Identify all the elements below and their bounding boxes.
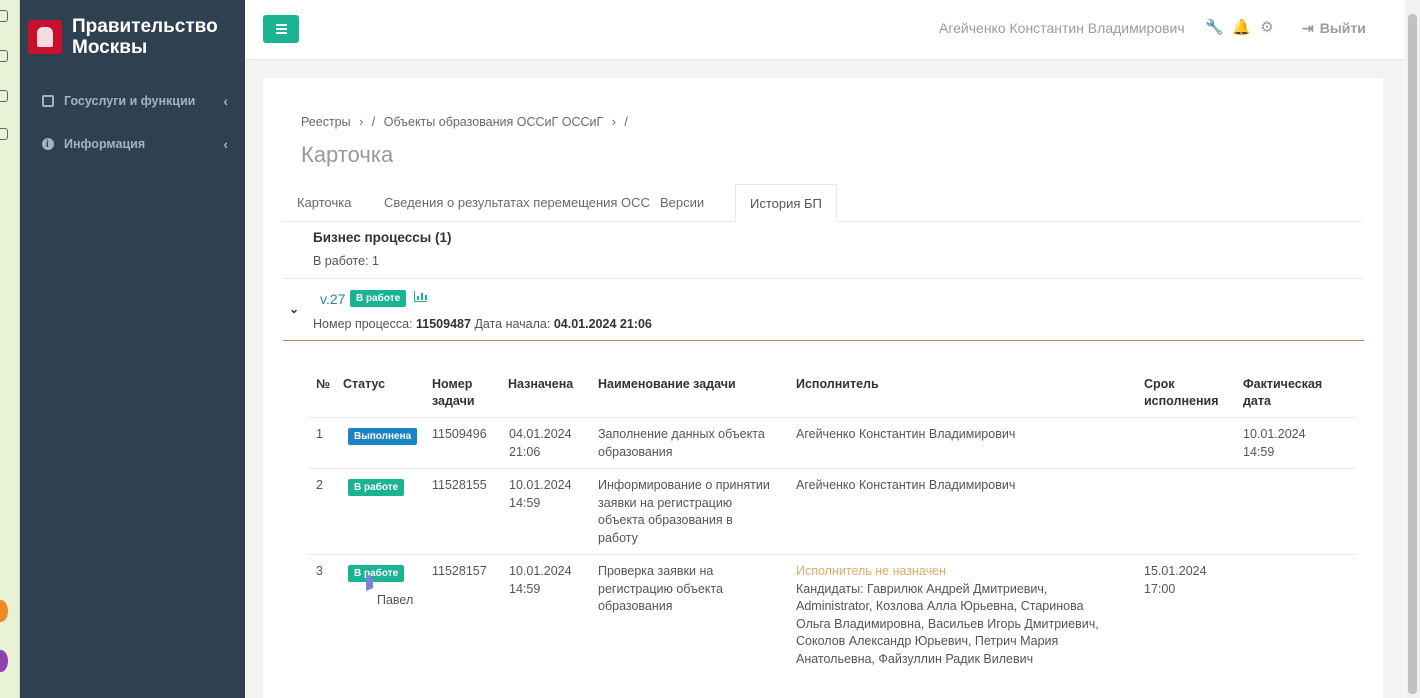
cell-assigned: 10.01.2024 14:59 [509,564,572,596]
breadcrumb-link-registries[interactable]: Реестры [301,115,351,129]
breadcrumb-separator: / [624,115,628,129]
tab-relocation-info[interactable]: Сведения о результатах перемещения ОСС [370,184,664,222]
cell-status: В работе [348,478,405,496]
tooltip: Павел [377,593,414,607]
cell-task-name: Заполнение данных объекта образования [598,427,765,459]
sidebar: Правительство Москвы Госуслуги и функции… [20,0,245,698]
gears-icon[interactable]: ⚙ [1259,20,1275,36]
brand-logo[interactable]: Правительство Москвы [28,16,243,62]
cell-task-name: Информирование о принятии заявки на реги… [598,478,770,545]
chevron-down-icon[interactable]: ⌄ [289,302,299,316]
sidebar-item-label: Госуслуги и функции [64,94,196,108]
cell-actual-date: 10.01.2024 14:59 [1243,427,1306,459]
content-panel: Реестры › / Объекты образования ОССиГ ОС… [263,78,1383,698]
col-header-status: Статус [343,377,386,391]
col-header-task-number: Номер задачи [432,377,475,408]
divider [283,278,1363,279]
page-title: Карточка [301,142,394,167]
top-bar: Агейченко Константин Владимирович 🔧 🔔 ⚙ … [245,0,1405,60]
bar-chart-icon-bar [417,296,419,300]
status-badge: В работе [348,565,405,582]
process-version-link[interactable]: v.27 [320,291,345,307]
edit-icon [42,95,54,107]
cell-num: 3 [316,564,323,578]
wrench-icon[interactable]: 🔧 [1205,20,1224,36]
info-icon [42,135,54,155]
user-name[interactable]: Агейченко Константин Владимирович [939,20,1185,36]
process-info: Номер процесса: 11509487 Дата начала: 04… [313,317,652,331]
bar-chart-icon-bar [425,295,427,300]
cell-deadline: 15.01.2024 17:00 [1144,564,1207,596]
edge-glyph [0,50,8,62]
chevron-left-icon: ‹ [223,93,228,109]
edge-glyph [0,90,8,102]
tab-bar: Карточка Сведения о результатах перемеще… [283,184,1363,222]
col-header-task-name: Наименование задачи [598,377,736,391]
bell-icon[interactable]: 🔔 [1232,20,1251,36]
edge-glyph [0,128,8,140]
status-badge: Выполнена [348,428,418,445]
sidebar-item-label: Информация [64,137,146,151]
col-header-num: № [316,377,330,391]
chevron-left-icon: ‹ [223,136,228,152]
col-header-assigned: Назначена [508,377,574,391]
cell-executor: Исполнитель не назначен Кандидаты: Гаври… [796,564,1099,666]
col-header-actual-date: Фактическая дата [1243,377,1323,408]
cell-executor: Агейченко Константин Владимирович [796,478,1016,492]
divider [308,468,1356,469]
cell-executor: Агейченко Константин Владимирович [796,427,1016,441]
tab-bp-history[interactable]: История БП [735,184,837,222]
cell-task-number[interactable]: 11528157 [432,563,487,581]
hamburger-icon [276,24,287,34]
brand-name: Правительство Москвы [72,16,218,58]
taskbar-app-icon[interactable] [0,650,8,672]
sidebar-item-information[interactable]: Информация ‹ [42,134,232,155]
cell-task-name: Проверка заявки на регистрацию объекта о… [598,564,723,613]
breadcrumb-separator: › [359,115,364,129]
breadcrumb-link-objects[interactable]: Объекты образования ОССиГ ОССиГ [384,115,604,129]
cell-task-number[interactable]: 11509496 [432,426,487,444]
breadcrumb-separator: / [371,115,376,129]
taskbar-app-icon[interactable] [0,600,8,622]
tab-versions[interactable]: Версии [646,184,718,222]
mouse-cursor-icon [366,573,373,596]
executor-not-assigned: Исполнитель не назначен [796,564,946,578]
scrollbar-thumb[interactable] [1408,14,1417,694]
sidebar-item-services[interactable]: Госуслуги и функции ‹ [42,91,232,111]
divider [308,554,1356,555]
bp-section-title: Бизнес процессы (1) [313,230,452,245]
tab-card[interactable]: Карточка [283,184,365,222]
desktop-edge [0,0,20,698]
bp-in-work-count: В работе: 1 [313,254,379,268]
cell-num: 2 [316,478,323,492]
moscow-emblem-icon [28,20,62,54]
breadcrumb: Реестры › / Объекты образования ОССиГ ОС… [301,115,633,129]
col-header-deadline: Срок исполнения [1144,377,1219,408]
col-header-executor: Исполнитель [796,377,879,391]
menu-toggle-button[interactable] [263,15,299,43]
cell-status: В работе [348,564,405,582]
cell-assigned: 10.01.2024 14:59 [509,478,572,510]
logout-link[interactable]: ⇥ Выйти [1302,20,1366,37]
scrollbar[interactable] [1405,0,1420,698]
sign-out-icon: ⇥ [1302,20,1314,36]
breadcrumb-separator: › [611,115,616,129]
divider [283,340,1364,341]
divider [308,417,1356,418]
cell-num: 1 [316,427,323,441]
bar-chart-icon-bar [421,293,423,300]
cell-status: Выполнена [348,427,418,445]
edge-glyph [0,10,8,22]
cell-assigned: 04.01.2024 21:06 [509,427,572,459]
cell-task-number[interactable]: 11528155 [432,477,487,495]
status-badge: В работе [350,290,407,307]
status-badge: В работе [348,479,405,496]
bar-chart-icon[interactable] [414,291,427,302]
